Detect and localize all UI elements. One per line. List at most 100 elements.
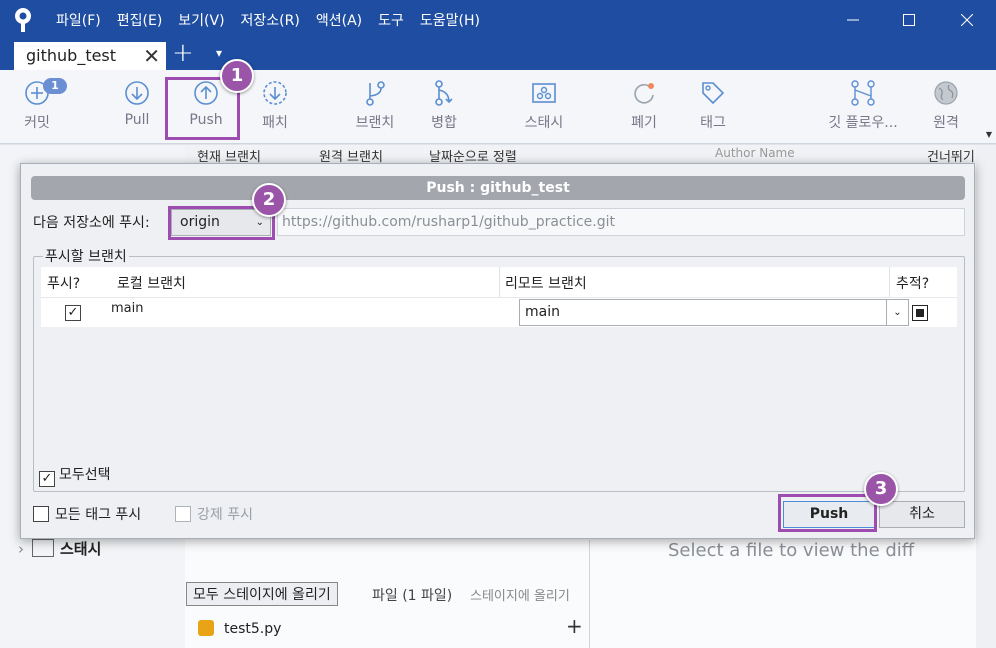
branch-icon — [366, 81, 385, 106]
tab-close-icon[interactable]: ✕ — [143, 44, 160, 68]
remote-branch-select[interactable]: main ⌄ — [519, 299, 909, 326]
menu-help[interactable]: 도움말(H) — [420, 10, 480, 30]
push-dialog: Push : github_test 다음 저장소에 푸시: origin ⌄ … — [20, 163, 975, 539]
checkbox-box — [175, 506, 191, 522]
step-badge-3: 3 — [864, 472, 898, 506]
stash-sidebar-label: 스태시 — [60, 540, 102, 558]
menu-actions[interactable]: 액션(A) — [316, 10, 362, 30]
table-row: ✓ main main ⌄ — [41, 297, 957, 327]
stash-button[interactable]: 스태시 — [509, 76, 579, 140]
menu-bar: 파일(F) 편집(E) 보기(V) 저장소(R) 액션(A) 도구 도움말(H) — [56, 0, 496, 40]
sidebar-item-stash[interactable]: › 스태시 — [18, 538, 101, 559]
history-filter-bar: 현재 브랜치 원격 브랜치 날짜순으로 정렬 Author Name 건너뛰기: — [185, 145, 996, 165]
unstage-button[interactable]: 스테이지에 올리기 — [470, 585, 570, 604]
close-window-button[interactable] — [944, 0, 990, 40]
git-flow-label: 깃 플로우... — [828, 115, 898, 131]
push-branch-checkbox[interactable]: ✓ — [65, 305, 81, 321]
column-separator — [889, 267, 890, 297]
branch-label: 브랜치 — [355, 115, 395, 131]
author-search-input[interactable]: Author Name — [715, 146, 795, 160]
cancel-button[interactable]: 취소 — [879, 501, 965, 528]
commit-label: 커밋 — [24, 115, 50, 131]
tab-github-test[interactable]: github_test ✕ — [14, 40, 166, 70]
maximize-button[interactable] — [886, 0, 932, 40]
menu-tools[interactable]: 도구 — [378, 10, 404, 30]
col-push: 푸시? — [47, 276, 81, 292]
title-bar: 파일(F) 편집(E) 보기(V) 저장소(R) 액션(A) 도구 도움말(H) — [0, 0, 996, 40]
branch-table-header: 푸시? 로컬 브랜치 리모트 브랜치 추적? — [41, 267, 957, 297]
pane-divider[interactable] — [589, 540, 590, 648]
col-track: 추적? — [896, 276, 930, 292]
select-all-label: 모두선택 — [59, 467, 111, 483]
push-button-highlight — [778, 494, 877, 532]
stash-label: 스태시 — [524, 115, 564, 131]
column-separator — [499, 267, 500, 297]
chevron-down-icon: ⌄ — [886, 300, 908, 325]
git-flow-button[interactable]: 깃 플로우... — [828, 76, 898, 140]
stage-all-label: 모두 스테이지에 올리기 — [193, 587, 331, 603]
step-badge-1: 1 — [220, 59, 254, 93]
branch-button[interactable]: 브랜치 — [340, 76, 410, 140]
tag-label: 태그 — [700, 115, 726, 131]
force-push-checkbox: 강제 푸시 — [175, 504, 253, 524]
branches-group-label: 푸시할 브랜치 — [43, 246, 129, 266]
remote-label: 다음 저장소에 푸시: — [33, 215, 150, 231]
tab-strip: github_test ✕ + ▾ — [0, 38, 996, 70]
stash-icon — [532, 83, 556, 103]
merge-button[interactable]: 병합 — [409, 76, 479, 140]
local-branch-name: main — [111, 301, 144, 316]
toolbar-overflow-icon[interactable]: ▼ — [986, 130, 992, 139]
diff-placeholder: Select a file to view the diff — [668, 540, 915, 561]
commit-count-badge: 1 — [43, 78, 67, 94]
maximize-icon — [903, 14, 915, 26]
tab-menu-chevron-icon[interactable]: ▾ — [216, 46, 222, 60]
menu-view[interactable]: 보기(V) — [178, 10, 224, 30]
stash-small-icon — [32, 539, 54, 557]
python-file-icon — [198, 620, 214, 636]
discard-icon — [634, 83, 654, 104]
remote-button[interactable]: 원격 — [911, 76, 981, 140]
minimize-button[interactable] — [830, 0, 876, 40]
add-tab-icon[interactable]: + — [172, 38, 194, 68]
pull-button[interactable]: Pull — [102, 76, 172, 140]
tag-icon — [702, 82, 725, 105]
stage-file-plus-icon[interactable]: + — [566, 614, 583, 638]
commit-button[interactable]: 1 커밋 — [2, 76, 72, 140]
merge-icon — [435, 80, 453, 106]
file-name: test5.py — [224, 621, 282, 637]
push-all-tags-checkbox[interactable]: 모든 태그 푸시 — [33, 504, 141, 524]
menu-repository[interactable]: 저장소(R) — [241, 10, 300, 30]
remote-branch-value: main — [525, 304, 560, 320]
file-count: 파일 (1 파일) — [372, 588, 453, 604]
globe-icon — [934, 81, 958, 105]
check-icon: ✓ — [65, 305, 81, 321]
tag-button[interactable]: 태그 — [678, 76, 748, 140]
col-local-branch: 로컬 브랜치 — [117, 276, 186, 292]
git-flow-icon — [851, 80, 875, 106]
patch-label: 패치 — [262, 115, 288, 131]
remote-label: 원격 — [933, 115, 959, 131]
sourcetree-logo-icon — [15, 8, 31, 32]
push-all-tags-label: 모든 태그 푸시 — [55, 507, 142, 523]
remote-url-field: https://github.com/rusharp1/github_pract… — [277, 208, 965, 236]
select-all-checkbox[interactable]: ✓ 모두선택 — [39, 464, 111, 487]
stage-all-button[interactable]: 모두 스테이지에 올리기 — [186, 582, 338, 606]
tab-label: github_test — [26, 46, 117, 65]
menu-edit[interactable]: 편집(E) — [117, 10, 163, 30]
file-item-test5[interactable]: test5.py — [198, 620, 281, 637]
force-push-label: 강제 푸시 — [197, 507, 253, 523]
checkbox-box — [33, 506, 49, 522]
toolbar: 1 커밋 Pull Push 패치 브랜치 병합 스태시 폐기 태그 깃 플로우… — [0, 70, 996, 144]
pull-label: Pull — [124, 112, 150, 128]
merge-label: 병합 — [431, 115, 457, 131]
menu-file[interactable]: 파일(F) — [56, 10, 101, 30]
dialog-title: Push : github_test — [31, 176, 965, 200]
track-checkbox[interactable] — [912, 305, 928, 321]
chevron-right-icon: › — [18, 540, 24, 558]
discard-label: 폐기 — [631, 115, 657, 131]
scrollbar[interactable] — [976, 145, 996, 648]
minimize-icon — [847, 19, 859, 21]
step-badge-2: 2 — [252, 183, 286, 217]
close-icon — [961, 14, 973, 26]
discard-button[interactable]: 폐기 — [609, 76, 679, 140]
